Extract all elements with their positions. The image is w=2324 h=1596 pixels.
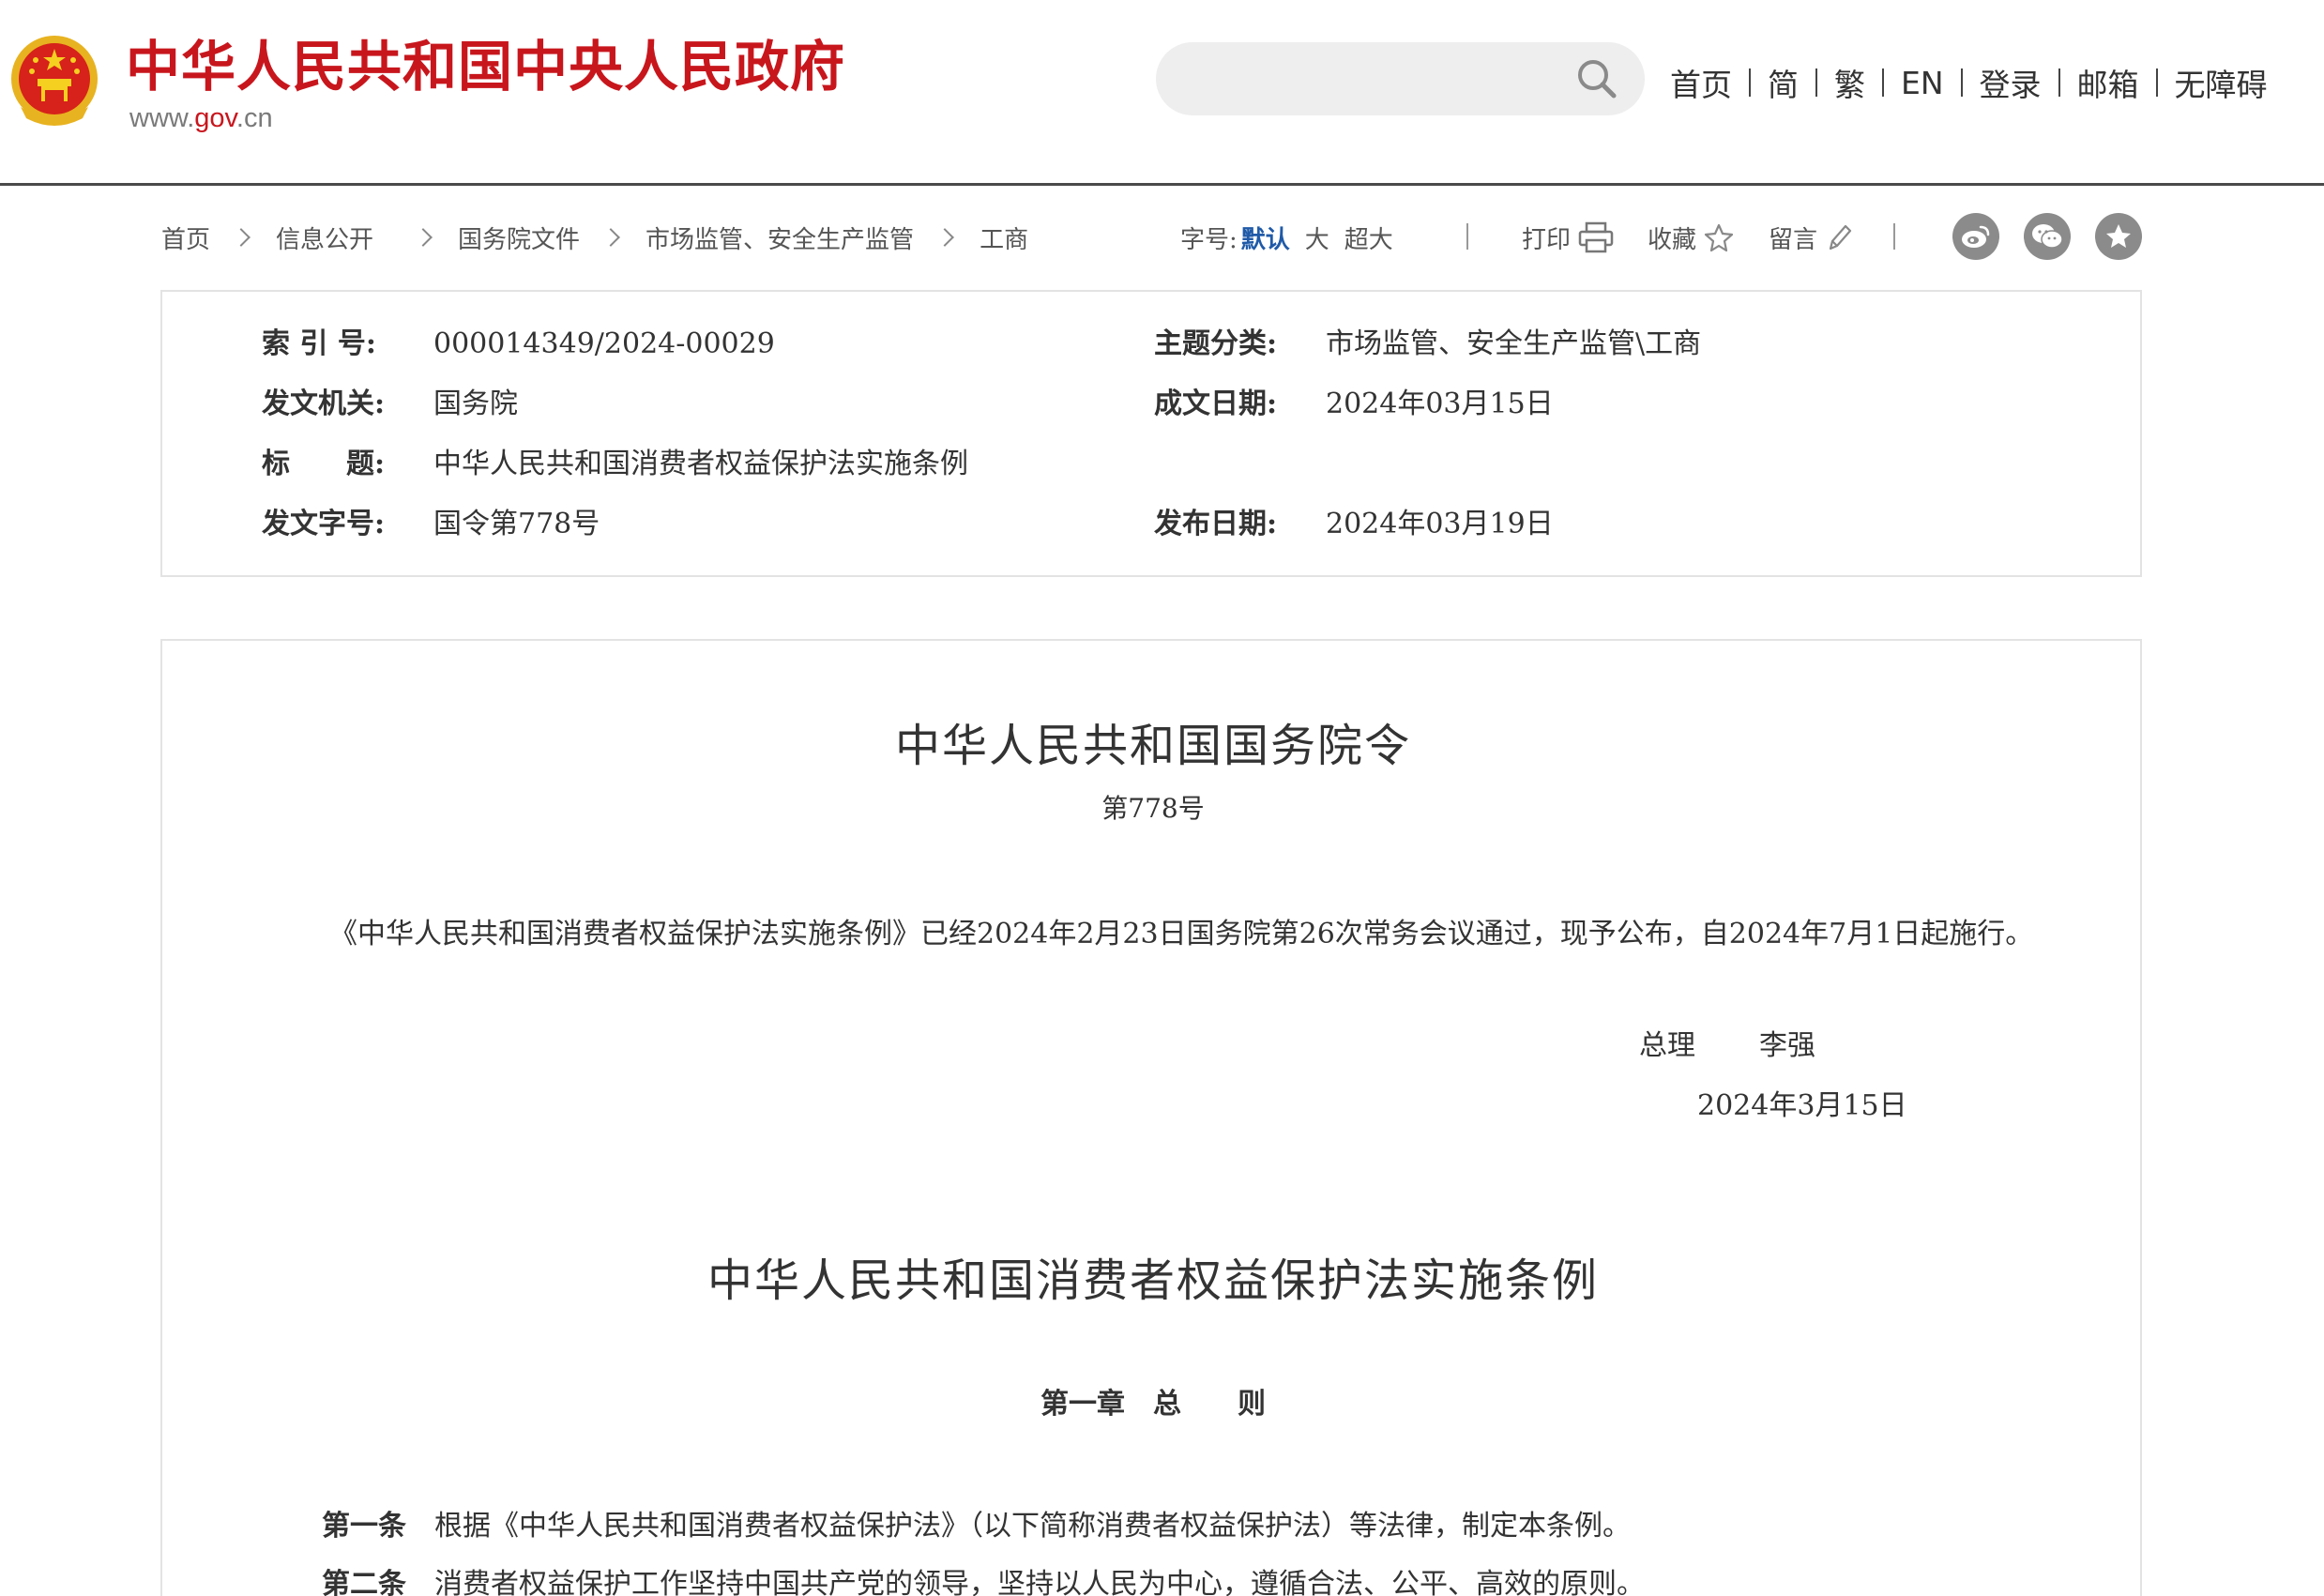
printer-icon [1578,221,1614,253]
order-title: 中华人民共和国国务院令 [894,720,1411,772]
signer-name: 李强 [1759,1029,1815,1062]
article-text: 消费者权益保护工作坚持中国共产党的领导，坚持以人民为中心，遵循合法、公平、高效的… [434,1568,1645,1596]
issuer-value: 国务院 [433,388,518,420]
favorite-share-button[interactable] [2095,213,2142,260]
breadcrumb-industry-commerce[interactable]: 工商 [980,220,1028,255]
font-size-label: 字号: [1180,225,1238,254]
nav-divider [1882,68,1884,97]
nav-accessibility[interactable]: 无障碍 [2175,60,2268,105]
article-text: 根据《中华人民共和国消费者权益保护法》（以下简称消费者权益保护法）等法律，制定本… [434,1510,1631,1543]
nav-login[interactable]: 登录 [1980,60,2042,105]
search-input[interactable] [1182,59,1557,99]
toolbar-divider [1893,223,1895,250]
print-label: 打印 [1522,225,1572,254]
nav-simplified[interactable]: 简 [1768,60,1799,105]
publish-date-label: 发布日期: [1154,508,1278,540]
nav-mailbox[interactable]: 邮箱 [2077,60,2139,105]
toolbar-divider [1466,223,1468,250]
breadcrumb-info-disclosure[interactable]: 信息公开 [276,220,373,255]
site-url-prefix: www. [129,103,195,133]
regulation-title: 中华人民共和国消费者权益保护法实施条例 [706,1254,1599,1307]
chevron-right-icon [935,228,954,247]
star-outline-icon [1704,223,1734,252]
index-number-value: 000014349/2024-00029 [433,327,775,360]
header-divider [0,183,2324,186]
wechat-icon [2032,224,2063,249]
nav-english[interactable]: EN [1901,65,1944,101]
written-date-label: 成文日期: [1154,388,1278,420]
topic-value: 市场监管、安全生产监管\工商 [1326,327,1702,360]
comment-button[interactable]: 留言 [1769,216,1853,259]
nav-home[interactable]: 首页 [1670,60,1732,105]
font-size-default[interactable]: 默认 [1241,220,1290,255]
intro-paragraph: 《中华人民共和国消费者权益保护法实施条例》已经2024年2月23日国务院第26次… [329,918,2034,950]
weibo-share-button[interactable] [1952,213,1999,260]
breadcrumb-state-council-docs[interactable]: 国务院文件 [458,220,580,255]
site-url[interactable]: www.gov.cn [129,101,273,135]
nav-divider [2058,68,2060,97]
favorite-label: 收藏 [1648,225,1697,254]
signer-title: 总理 [1639,1029,1695,1062]
sign-date: 2024年3月15日 [1697,1089,1907,1122]
article-clause: 第一条 根据《中华人民共和国消费者权益保护法》（以下简称消费者权益保护法）等法律，… [322,1506,1631,1547]
national-emblem-icon[interactable] [8,32,101,133]
article-body: 中华人民共和国国务院令 第778号 《中华人民共和国消费者权益保护法实施条例》已… [160,639,2142,1596]
site-url-suffix: .cn [235,103,273,133]
breadcrumb-home[interactable]: 首页 [161,220,210,255]
top-nav: 首页 简 繁 EN 登录 邮箱 无障碍 [1670,58,2268,107]
article-number: 第二条 [322,1568,406,1596]
chevron-right-icon [601,228,620,247]
topic-label: 主题分类: [1154,327,1278,360]
font-size-large[interactable]: 大 [1305,220,1329,255]
font-size-switcher: 字号: 默认 大 超大 [1180,216,1393,259]
site-url-gov: gov [194,103,236,133]
order-number: 第778号 [1101,793,1205,824]
comment-label: 留言 [1769,225,1818,254]
favorite-star-icon [2106,224,2131,248]
pencil-icon [1829,224,1852,251]
index-number-label: 索 引 号: [262,327,376,360]
chapter-title: 第一章 总 则 [1040,1388,1266,1421]
title-label: 标 题: [262,448,386,480]
breadcrumb: 首页 信息公开 国务院文件 市场监管、安全生产监管 工商 [161,216,1028,259]
chevron-right-icon [232,228,251,247]
chevron-right-icon [414,228,433,247]
favorite-button[interactable]: 收藏 [1648,216,1734,259]
article-clause: 第二条 消费者权益保护工作坚持中国共产党的领导，坚持以人民为中心，遵循合法、公平、… [322,1564,1645,1596]
written-date-value: 2024年03月15日 [1326,388,1554,420]
title-value: 中华人民共和国消费者权益保护法实施条例 [433,448,968,480]
nav-divider [1960,68,1963,97]
nav-divider [1815,68,1817,97]
issuer-label: 发文机关: [262,388,386,420]
nav-divider [1749,68,1751,97]
wechat-share-button[interactable] [2024,213,2071,260]
site-header: 中华人民共和国中央人民政府 www.gov.cn 首页 简 繁 EN 登录 邮箱… [0,0,2324,186]
document-number-label: 发文字号: [262,508,386,540]
document-info-box: 索 引 号: 000014349/2024-00029 主题分类: 市场监管、安… [160,290,2142,577]
breadcrumb-market-supervision[interactable]: 市场监管、安全生产监管 [646,220,914,255]
publish-date-value: 2024年03月19日 [1326,508,1554,540]
print-button[interactable]: 打印 [1522,216,1614,259]
document-number-value: 国令第778号 [433,508,600,540]
weibo-icon [1962,225,1990,248]
article-number: 第一条 [322,1510,406,1543]
font-size-extra-large[interactable]: 超大 [1344,220,1393,255]
nav-traditional[interactable]: 繁 [1834,60,1865,105]
nav-divider [2155,68,2158,97]
search-icon[interactable] [1574,56,1619,101]
search-box [1156,42,1645,115]
site-title[interactable]: 中华人民共和国中央人民政府 [126,34,845,99]
